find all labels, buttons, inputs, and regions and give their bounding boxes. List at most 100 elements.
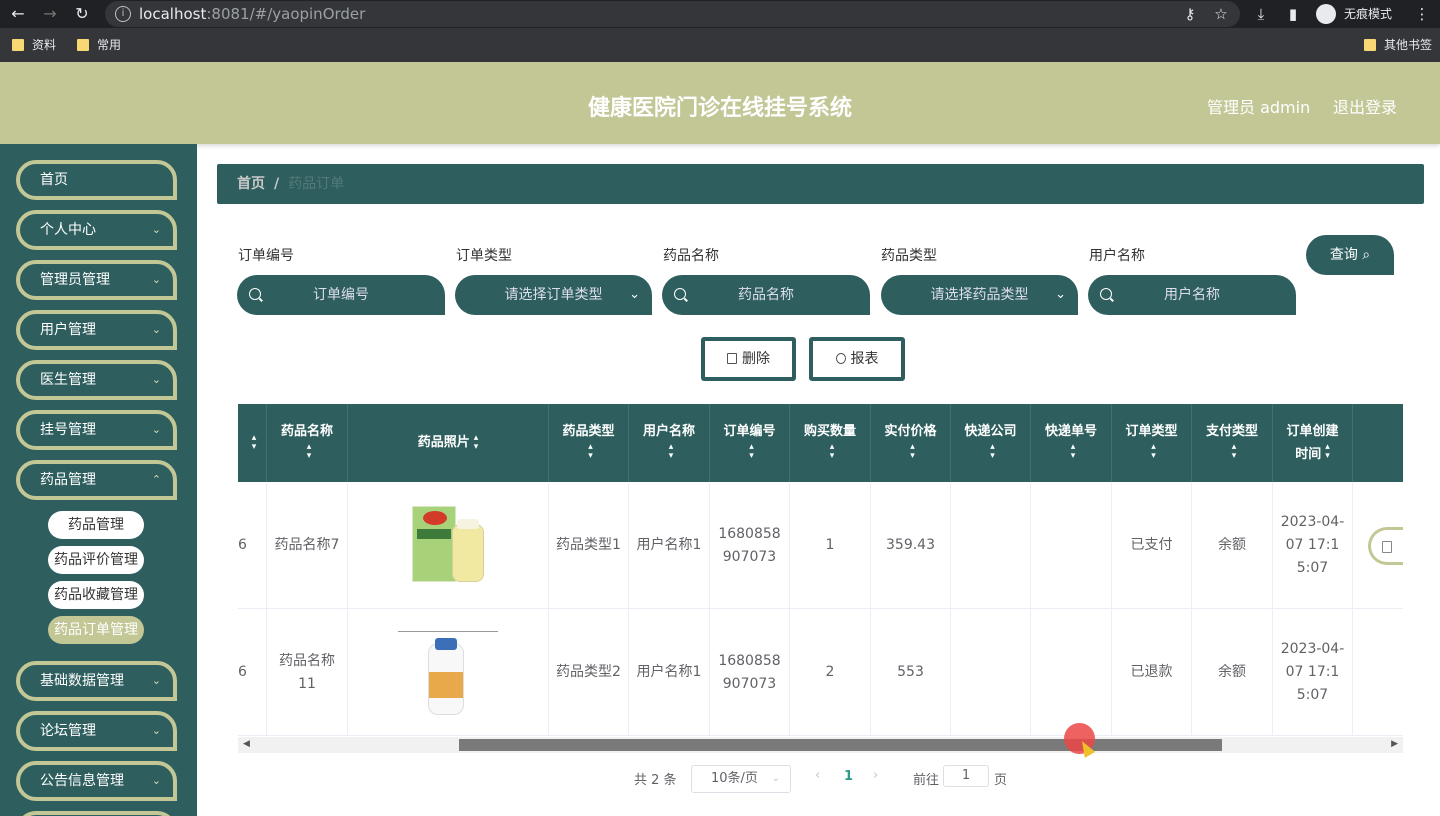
column-header-label: 药品类型 <box>562 423 615 439</box>
sort-icon[interactable]: ▴ ▾ <box>749 442 754 461</box>
incognito-badge[interactable]: 无痕模式 <box>1314 2 1400 26</box>
scrollbar-thumb[interactable] <box>459 739 1222 751</box>
bookmarks-bar: 资料 常用 其他书签 <box>0 28 1440 62</box>
sidebar-item-forum[interactable]: 论坛管理 ⌄ <box>16 711 177 751</box>
breadcrumb: 首页 / 药品订单 <box>217 164 1424 204</box>
address-bar[interactable]: i localhost:8081/#/yaopinOrder <box>105 1 1240 27</box>
sidebar-item-personal[interactable]: 个人中心 ⌄ <box>16 210 177 250</box>
scroll-left-icon[interactable]: ◀ <box>243 739 250 749</box>
incognito-label: 无痕模式 <box>1344 7 1393 21</box>
column-header[interactable]: 快递单号 ▴ ▾ <box>1031 404 1112 482</box>
back-icon[interactable]: ← <box>8 4 28 24</box>
report-label: 报表 <box>850 351 879 367</box>
bookmark-folder[interactable]: 资料 <box>10 37 56 53</box>
order-no-input[interactable]: 订单编号 <box>237 275 445 315</box>
next-page-icon[interactable]: › <box>873 768 878 783</box>
bookmark-label: 资料 <box>32 38 57 52</box>
download-icon[interactable]: ⤓ <box>1251 4 1271 24</box>
scroll-right-icon[interactable]: ▶ <box>1391 739 1398 749</box>
page-size-select[interactable]: 10条/页 ⌄ <box>691 765 791 793</box>
chevron-up-icon: ⌃ <box>151 473 161 486</box>
sort-icon[interactable]: ▴ ▾ <box>910 442 915 461</box>
submenu-medicine-orders[interactable]: 药品订单管理 <box>48 616 144 644</box>
sort-icon[interactable]: ▴ ▾ <box>1151 442 1156 461</box>
bookmark-folder[interactable]: 常用 <box>75 37 121 53</box>
document-icon <box>1382 541 1392 553</box>
folder-icon <box>77 39 89 51</box>
sort-icon[interactable]: ▴ ▾ <box>990 442 995 461</box>
prev-page-icon[interactable]: ‹ <box>815 768 820 783</box>
column-header[interactable]: 购买数量 ▴ ▾ <box>790 404 871 482</box>
forward-icon[interactable]: → <box>40 4 60 24</box>
query-button[interactable]: 查询 ⌕ <box>1306 235 1394 275</box>
submenu-medicine[interactable]: 药品管理 <box>48 511 144 539</box>
column-header-label: 药品名称 <box>280 423 333 439</box>
reload-icon[interactable]: ↻ <box>72 4 92 24</box>
menu-icon[interactable]: ⋮ <box>1412 4 1432 24</box>
medicine-name-input[interactable]: 药品名称 <box>662 275 870 315</box>
submenu-medicine-review[interactable]: 药品评价管理 <box>48 546 144 574</box>
cell-created: 2023-04-07 17:15:07 <box>1273 482 1353 609</box>
sort-icon[interactable]: ▴ ▾ <box>1325 442 1330 461</box>
submenu-medicine-favorites[interactable]: 药品收藏管理 <box>48 581 144 609</box>
chevron-down-icon: ⌄ <box>151 774 161 787</box>
sidebar-item-notices[interactable]: 公告信息管理 ⌄ <box>16 761 177 801</box>
sidebar-item-label: 个人中心 <box>40 222 96 238</box>
column-header[interactable]: 实付价格 ▴ ▾ <box>871 404 951 482</box>
site-info-icon[interactable]: i <box>115 6 131 22</box>
order-type-select[interactable]: 请选择订单类型 ⌄ <box>455 275 652 315</box>
orders-table: ▴ ▾ 药品名称 ▴ ▾ 药品照片 ▴ ▾ 药品类型 ▴ ▾ 用户名称 ▴ ▾ 订单编号 ▴ ▾ 购买… <box>238 404 1403 737</box>
sidebar-item-users[interactable]: 用户管理 ⌄ <box>16 310 177 350</box>
sort-icon[interactable]: ▴ ▾ <box>1071 442 1076 461</box>
medicine-photo[interactable] <box>398 629 498 717</box>
delete-button[interactable]: 删除 <box>701 337 796 381</box>
sort-icon[interactable]: ▴ ▾ <box>474 434 479 452</box>
trash-icon <box>727 353 737 364</box>
goto-label: 前往 <box>913 773 940 788</box>
sidebar-item-basedata[interactable]: 基础数据管理 ⌄ <box>16 661 177 701</box>
column-header[interactable]: 药品名称 ▴ ▾ <box>267 404 348 482</box>
sidepanel-icon[interactable]: ▮ <box>1283 4 1303 24</box>
key-icon[interactable]: ⚷ <box>1180 4 1200 24</box>
sidebar-item-registration[interactable]: 挂号管理 ⌄ <box>16 410 177 450</box>
table-row: 6 药品名称11 药品类型2 用户名称1 1680858907073 2 553… <box>238 609 1403 736</box>
user-name-input[interactable]: 用户名称 <box>1088 275 1296 315</box>
column-header[interactable]: 订单类型 ▴ ▾ <box>1112 404 1192 482</box>
folder-icon <box>1364 39 1376 51</box>
column-header[interactable]: 快递公司 ▴ ▾ <box>951 404 1031 482</box>
column-header[interactable]: 药品类型 ▴ ▾ <box>549 404 629 482</box>
column-header[interactable]: 订单创建时间 ▴ ▾ <box>1273 404 1353 482</box>
sort-icon[interactable]: ▴ ▾ <box>830 442 835 461</box>
sidebar-item-home[interactable]: 首页 <box>16 160 177 200</box>
sort-icon[interactable]: ▴ ▾ <box>588 442 593 461</box>
report-button[interactable]: 报表 <box>809 337 905 381</box>
sort-icon[interactable]: ▴ ▾ <box>252 434 257 452</box>
column-header-label: 快递单号 <box>1044 423 1097 439</box>
star-icon[interactable]: ☆ <box>1211 4 1231 24</box>
logout-link[interactable]: 退出登录 <box>1333 94 1397 118</box>
medicine-type-select[interactable]: 请选择药品类型 ⌄ <box>881 275 1078 315</box>
sort-icon[interactable]: ▴ ▾ <box>669 442 674 461</box>
goto-page-input[interactable]: 1 <box>943 765 989 787</box>
column-header[interactable]: 支付类型 ▴ ▾ <box>1192 404 1273 482</box>
column-header[interactable]: 订单编号 ▴ ▾ <box>710 404 790 482</box>
sort-icon[interactable]: ▴ ▾ <box>1232 442 1237 461</box>
sidebar-item-doctors[interactable]: 医生管理 ⌄ <box>16 360 177 400</box>
column-header[interactable]: 用户名称 ▴ ▾ <box>629 404 710 482</box>
column-header[interactable]: 药品照片 ▴ ▾ <box>348 404 549 482</box>
sidebar-item-admins[interactable]: 管理员管理 ⌄ <box>16 260 177 300</box>
chevron-down-icon: ⌄ <box>1055 287 1066 302</box>
sidebar-item-partial[interactable] <box>16 811 177 816</box>
other-bookmarks[interactable]: 其他书签 <box>1362 37 1432 53</box>
column-header-index[interactable]: ▴ ▾ <box>238 404 267 482</box>
sort-icon[interactable]: ▴ ▾ <box>307 442 312 461</box>
medicine-photo[interactable] <box>408 502 488 590</box>
sidebar-item-medicine[interactable]: 药品管理 ⌃ <box>16 460 177 500</box>
table-scrollbar[interactable]: ◀ ▶ <box>238 737 1403 753</box>
cell-user-name: 用户名称1 <box>629 609 710 736</box>
browser-toolbar: ← → ↻ i localhost:8081/#/yaopinOrder ⚷ ☆… <box>0 0 1440 28</box>
breadcrumb-home[interactable]: 首页 <box>237 176 265 192</box>
details-button[interactable] <box>1368 527 1403 565</box>
page-number-current[interactable]: 1 <box>844 769 853 784</box>
chevron-down-icon: ⌄ <box>151 674 161 687</box>
